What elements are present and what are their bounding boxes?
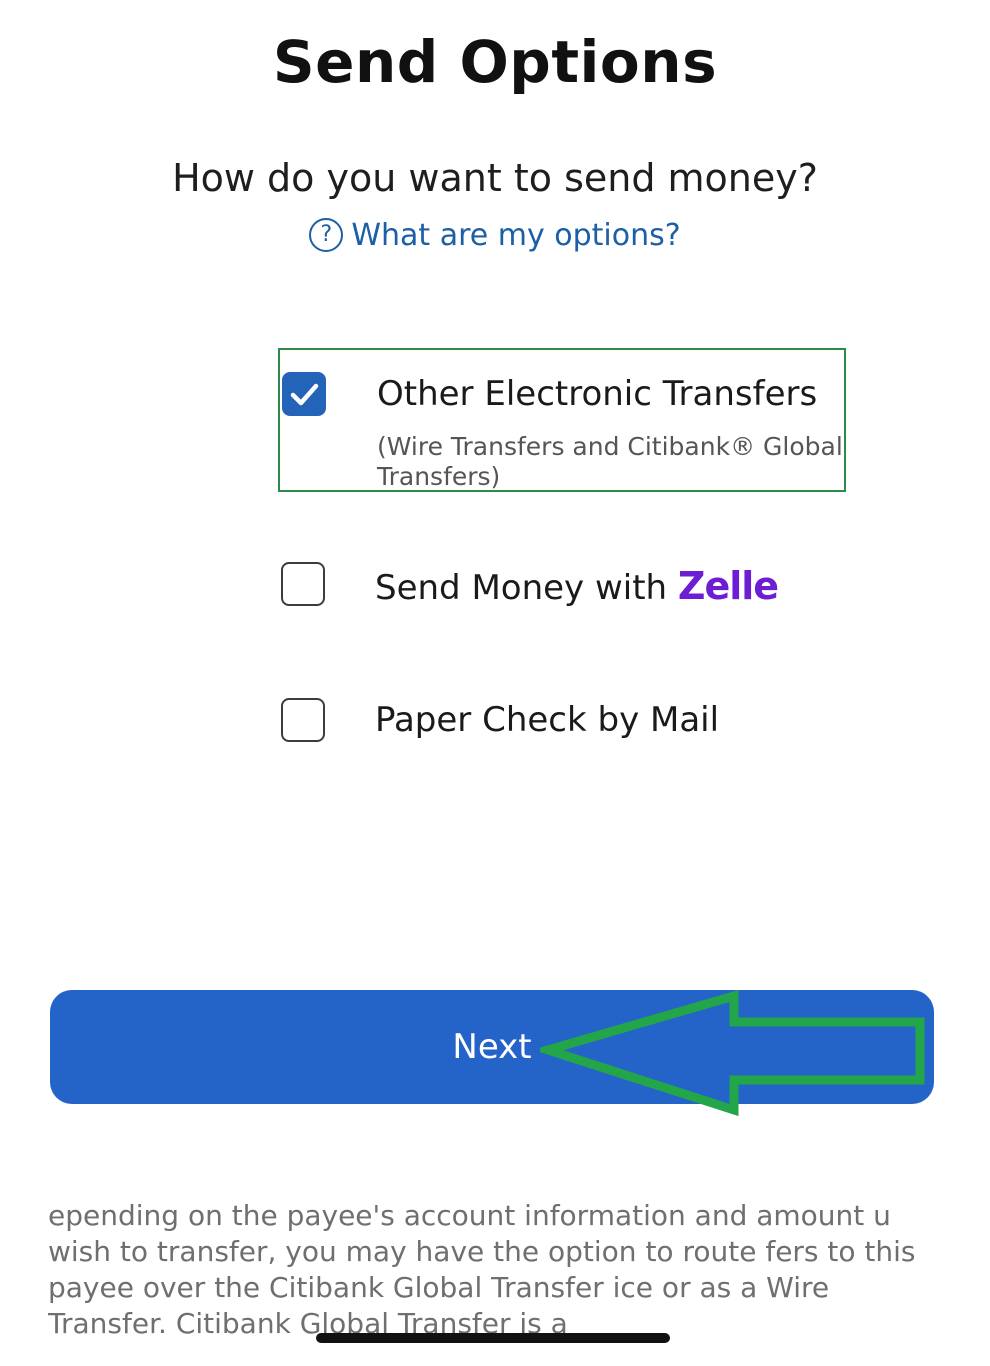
question-circle-icon: ? bbox=[309, 218, 344, 252]
checkbox-unchecked[interactable] bbox=[281, 562, 325, 606]
option-send-money-with-zelle[interactable]: Send Money with Zelle bbox=[278, 560, 846, 620]
checkmark-icon bbox=[290, 383, 319, 406]
option-label: Other Electronic Transfers bbox=[377, 374, 818, 414]
checkbox-unchecked[interactable] bbox=[281, 698, 325, 742]
option-label: Send Money with Zelle bbox=[375, 564, 779, 608]
help-link-label: What are my options? bbox=[351, 218, 681, 253]
checkbox-checked[interactable] bbox=[282, 372, 326, 416]
send-question: How do you want to send money? bbox=[172, 156, 818, 200]
zelle-logo: Zelle bbox=[677, 564, 779, 608]
option-other-electronic-transfers[interactable]: Other Electronic Transfers (Wire Transfe… bbox=[278, 348, 846, 492]
option-sublabel: (Wire Transfers and Citibank® Global Tra… bbox=[377, 432, 843, 491]
option-label-text: Send Money with bbox=[375, 568, 668, 608]
option-paper-check-by-mail[interactable]: Paper Check by Mail bbox=[278, 696, 846, 752]
help-link[interactable]: ? What are my options? bbox=[0, 218, 990, 253]
home-indicator[interactable] bbox=[316, 1333, 670, 1343]
option-label: Paper Check by Mail bbox=[375, 700, 720, 740]
page-title: Send Options bbox=[272, 28, 718, 96]
next-button[interactable]: Next bbox=[50, 990, 934, 1104]
